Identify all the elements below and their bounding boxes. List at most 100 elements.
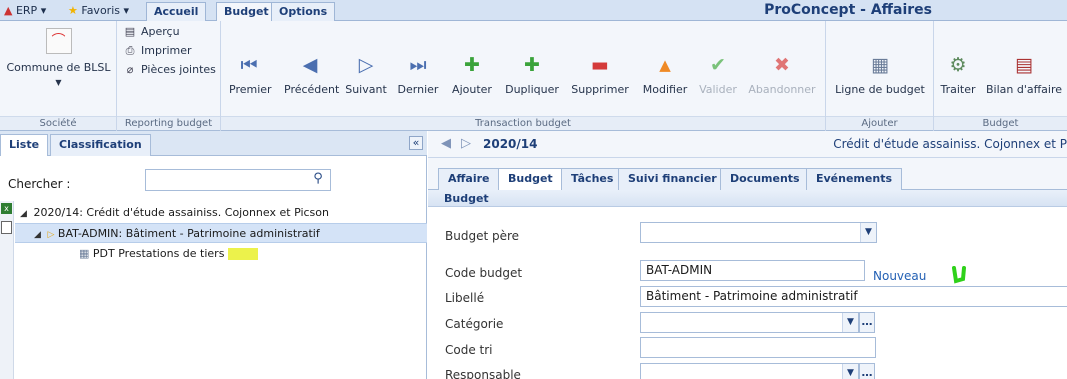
suivant-button[interactable]: ▷ Suivant	[345, 54, 387, 96]
gear-icon: ⚙	[949, 54, 967, 76]
chevron-down-icon: ▼	[55, 78, 62, 87]
record-nav-bar: ◀ ▷ 2020/14 Crédit d'étude assainiss. Co…	[428, 131, 1067, 158]
dupliquer-button[interactable]: ✚ Dupliquer	[504, 54, 560, 96]
commune-button[interactable]: ⌒ Commune de BLSL ▼	[5, 28, 112, 87]
code-tri-field[interactable]	[640, 337, 876, 358]
responsable-select[interactable]: ▼	[640, 363, 859, 379]
printer-icon: ⎙	[125, 44, 135, 57]
bilan-affaire-label: Bilan d'affaire	[985, 83, 1063, 96]
green-check-mark	[952, 266, 966, 284]
code-budget-field[interactable]: BAT-ADMIN	[640, 260, 865, 281]
chevron-down-icon[interactable]: ▼	[842, 313, 858, 332]
group-label-reporting: Reporting budget	[117, 116, 220, 130]
ajouter-label: Ajouter	[452, 83, 492, 96]
supprimer-button[interactable]: ▬ Supprimer	[570, 54, 630, 96]
group-budget: ⚙ Traiter ▤ Bilan d'affaire Budget	[934, 21, 1067, 131]
search-icon[interactable]: ⚲	[308, 171, 328, 189]
ajouter-button[interactable]: ✚ Ajouter	[451, 54, 493, 96]
categorie-label: Catégorie	[445, 317, 504, 331]
tab-affaire[interactable]: Affaire	[438, 168, 500, 190]
tab-budget-detail[interactable]: Budget	[498, 168, 563, 191]
precedent-button[interactable]: ◀ Précédent	[284, 54, 340, 96]
responsable-browse-button[interactable]: …	[859, 363, 875, 379]
dupliquer-label: Dupliquer	[505, 83, 559, 96]
group-transaction: ⏮ Premier ◀ Précédent ▷ Suivant ⏭ Dernier ✚ A…	[221, 21, 826, 131]
left-panel: Liste Classification « Chercher : ⚲ x ◢ …	[0, 131, 427, 379]
record-description: Crédit d'étude assainiss. Cojonnex et P	[833, 137, 1067, 151]
group-reporting: ▤ Aperçu ⎙ Imprimer ⌀ Pièces jointes Report…	[117, 21, 221, 131]
tree-node-affaire-label: 2020/14: Crédit d'étude assainiss. Cojon…	[33, 206, 330, 219]
group-label-budget: Budget	[934, 116, 1067, 130]
last-record-icon: ⏭	[409, 54, 427, 76]
group-label-ajouter: Ajouter	[826, 116, 933, 130]
ribbon: ⌒ Commune de BLSL ▼ Société ▤ Aperçu ⎙ Imp…	[0, 21, 1067, 131]
search-label: Chercher :	[8, 177, 71, 191]
app-title: ProConcept - Affaires	[764, 2, 932, 18]
code-budget-label: Code budget	[445, 266, 523, 280]
tab-liste[interactable]: Liste	[0, 134, 49, 156]
tab-options[interactable]: Options	[271, 2, 336, 21]
nav-next-icon[interactable]: ▷	[461, 136, 471, 151]
collapse-panel-icon[interactable]: «	[409, 136, 423, 150]
pieces-jointes-button[interactable]: ⌀ Pièces jointes	[123, 62, 216, 78]
erp-menu[interactable]: ▲ ERP ▾	[4, 3, 46, 19]
dernier-button[interactable]: ⏭ Dernier	[397, 54, 439, 96]
bilan-affaire-button[interactable]: ▤ Bilan d'affaire	[985, 54, 1063, 96]
chevron-down-icon[interactable]: ▼	[860, 223, 876, 242]
record-id: 2020/14	[483, 137, 538, 151]
traiter-button[interactable]: ⚙ Traiter	[937, 54, 979, 96]
tab-accueil[interactable]: Accueil	[146, 2, 207, 21]
categorie-browse-button[interactable]: …	[859, 312, 875, 333]
star-icon: ★	[68, 4, 78, 17]
excel-icon[interactable]: x	[1, 203, 12, 214]
erp-menu-label: ERP ▾	[15, 4, 47, 17]
tab-taches[interactable]: Tâches	[561, 168, 624, 190]
tree-node-pdt[interactable]: ▦ PDT Prestations de tiers	[79, 244, 259, 264]
commune-button-label: Commune de BLSL	[6, 61, 111, 74]
libelle-field[interactable]: Bâtiment - Patrimoine administratif	[640, 286, 1067, 307]
edit-icon: ▲	[659, 56, 671, 74]
group-label-societe: Société	[0, 116, 116, 130]
valider-label: Valider	[699, 83, 737, 96]
ligne-budget-button[interactable]: ▦ Ligne de budget	[834, 54, 926, 96]
nouveau-link[interactable]: Nouveau	[873, 269, 926, 283]
tab-classification[interactable]: Classification	[50, 134, 151, 156]
tree-node-affaire[interactable]: ◢ 2020/14: Crédit d'étude assainiss. Coj…	[20, 203, 427, 223]
tree-node-bat-admin-label: BAT-ADMIN: Bâtiment - Patrimoine adminis…	[57, 227, 320, 240]
abandonner-label: Abandonner	[748, 83, 816, 96]
tree-node-pdt-label: PDT Prestations de tiers	[92, 247, 225, 260]
tree-node-bat-admin[interactable]: ◢ ▷ BAT-ADMIN: Bâtiment - Patrimoine adm…	[15, 223, 427, 243]
budget-pere-select[interactable]: ▼	[640, 222, 877, 243]
group-societe: ⌒ Commune de BLSL ▼ Société	[0, 21, 117, 131]
categorie-select[interactable]: ▼	[640, 312, 859, 333]
abandonner-button[interactable]: ✖ Abandonner	[745, 54, 819, 96]
minus-icon: ▬	[591, 54, 609, 76]
tab-evenements[interactable]: Evénements	[806, 168, 902, 190]
checkmark-icon: ✔	[710, 54, 726, 76]
chevron-down-icon[interactable]: ▼	[842, 364, 858, 379]
search-input[interactable]	[145, 169, 331, 191]
dernier-label: Dernier	[397, 83, 439, 96]
apercu-button[interactable]: ▤ Aperçu	[123, 24, 180, 40]
commune-icon: ⌒	[45, 28, 72, 54]
erp-logo-icon: ▲	[4, 4, 13, 17]
collapse-triangle-icon: ◢	[34, 230, 41, 240]
valider-button[interactable]: ✔ Valider	[698, 54, 738, 96]
document-icon[interactable]	[1, 221, 12, 234]
premier-button[interactable]: ⏮ Premier	[229, 54, 272, 96]
modifier-button[interactable]: ▲ Modifier	[640, 54, 690, 96]
nav-prev-icon[interactable]: ◀	[441, 136, 451, 151]
ligne-budget-label: Ligne de budget	[835, 83, 925, 96]
side-toolbar: x	[0, 201, 14, 379]
next-record-icon: ▷	[358, 54, 374, 76]
tab-suivi-financier[interactable]: Suivi financier	[618, 168, 727, 190]
tab-documents[interactable]: Documents	[720, 168, 810, 190]
libelle-label: Libellé	[445, 291, 485, 305]
precedent-label: Précédent	[284, 83, 340, 96]
favoris-menu[interactable]: ★ Favoris ▾	[68, 3, 129, 19]
tab-budget[interactable]: Budget	[216, 2, 277, 22]
code-tri-label: Code tri	[445, 343, 493, 357]
imprimer-button[interactable]: ⎙ Imprimer	[123, 43, 192, 59]
folder-icon: ▷	[47, 230, 55, 240]
report-icon: ▤	[1015, 54, 1033, 76]
